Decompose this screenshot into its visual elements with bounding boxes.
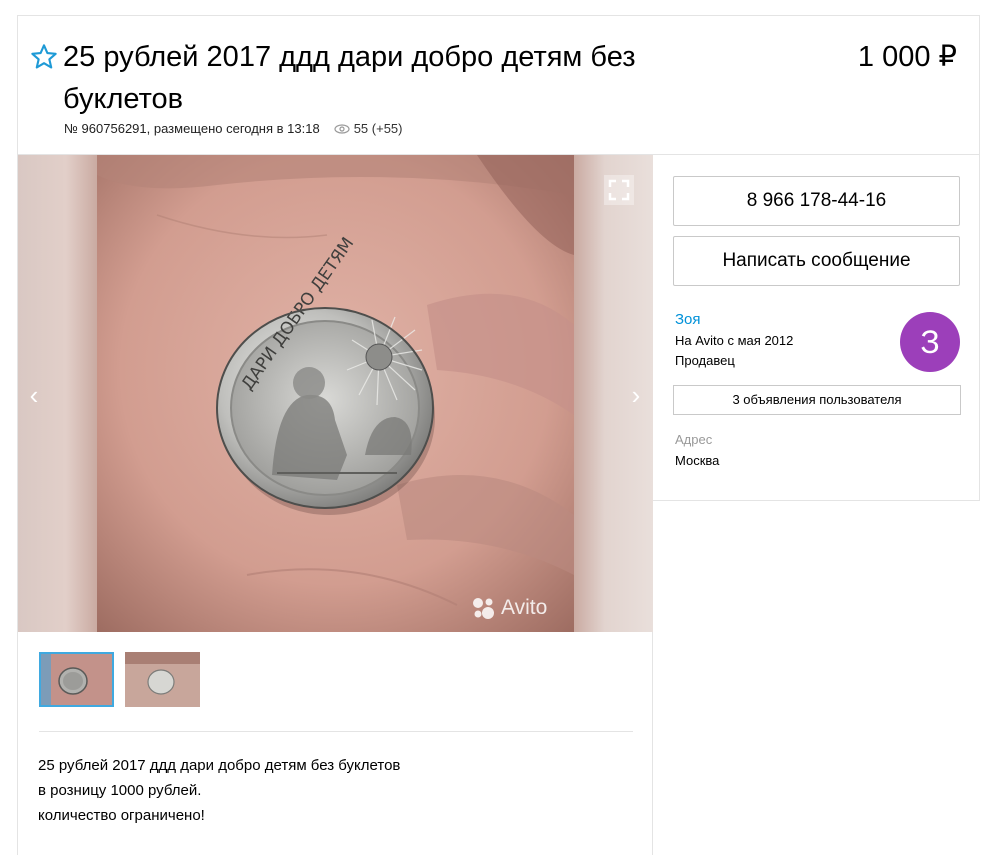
- listing-meta: № 960756291, размещено сегодня в 13:18 5…: [64, 121, 403, 136]
- description-line: в розницу 1000 рублей.: [38, 782, 202, 799]
- fullscreen-icon: [608, 179, 630, 201]
- seller-name-link[interactable]: Зоя: [675, 311, 701, 328]
- address-label: Адрес: [675, 432, 713, 447]
- divider: [39, 731, 633, 732]
- listing-price: 1 000 ₽: [857, 41, 957, 73]
- main-photo[interactable]: ДАРИ ДОБРО ДЕТЯМ: [97, 155, 574, 632]
- description-line: количество ограничено!: [38, 807, 205, 824]
- thumbnail-strip: [39, 652, 211, 707]
- gallery-next-arrow[interactable]: ›: [624, 380, 648, 410]
- seller-listings-button[interactable]: 3 объявления пользователя: [673, 385, 961, 415]
- seller-type: Продавец: [675, 353, 735, 368]
- listing-description: 25 рублей 2017 ддд дари добро детям без …: [38, 753, 400, 828]
- gallery-prev-arrow[interactable]: ‹: [22, 380, 46, 410]
- fullscreen-button[interactable]: [604, 175, 634, 205]
- thumbnail-coin-hand-image: [41, 654, 112, 705]
- favorite-star-icon[interactable]: [30, 43, 58, 71]
- address-value: Москва: [675, 453, 720, 468]
- coin-in-hand-image: ДАРИ ДОБРО ДЕТЯМ: [97, 155, 574, 632]
- write-message-button[interactable]: Написать сообщение: [673, 236, 960, 286]
- thumbnail-1[interactable]: [39, 652, 114, 707]
- listing-number-date: № 960756291, размещено сегодня в 13:18: [64, 121, 320, 136]
- seller-since: На Avito с мая 2012: [675, 333, 794, 348]
- description-line: 25 рублей 2017 ддд дари добро детям без …: [38, 757, 401, 774]
- avito-watermark: Avito: [470, 595, 547, 621]
- phone-button[interactable]: 8 966 178-44-16: [673, 176, 960, 226]
- thumbnail-coin-reverse-image: [125, 652, 200, 707]
- watermark-text: Avito: [501, 596, 548, 619]
- thumbnail-2[interactable]: [125, 652, 200, 707]
- eye-icon: [334, 123, 350, 134]
- listing-main: ДАРИ ДОБРО ДЕТЯМ ‹ › Avito 25 рублей 201…: [17, 155, 653, 855]
- seller-sidebar: 8 966 178-44-16 Написать сообщение Зоя Н…: [653, 155, 980, 501]
- photo-gallery[interactable]: ДАРИ ДОБРО ДЕТЯМ ‹ › Avito: [18, 155, 653, 632]
- listing-title: 25 рублей 2017 ддд дари добро детям без …: [63, 41, 636, 115]
- views-counter: 55 (+55): [334, 121, 403, 136]
- listing-header: 25 рублей 2017 ддд дари добро детям без …: [17, 15, 980, 155]
- avatar[interactable]: З: [900, 312, 960, 372]
- avito-logo-icon: [473, 598, 494, 619]
- views-count: 55 (+55): [353, 121, 403, 136]
